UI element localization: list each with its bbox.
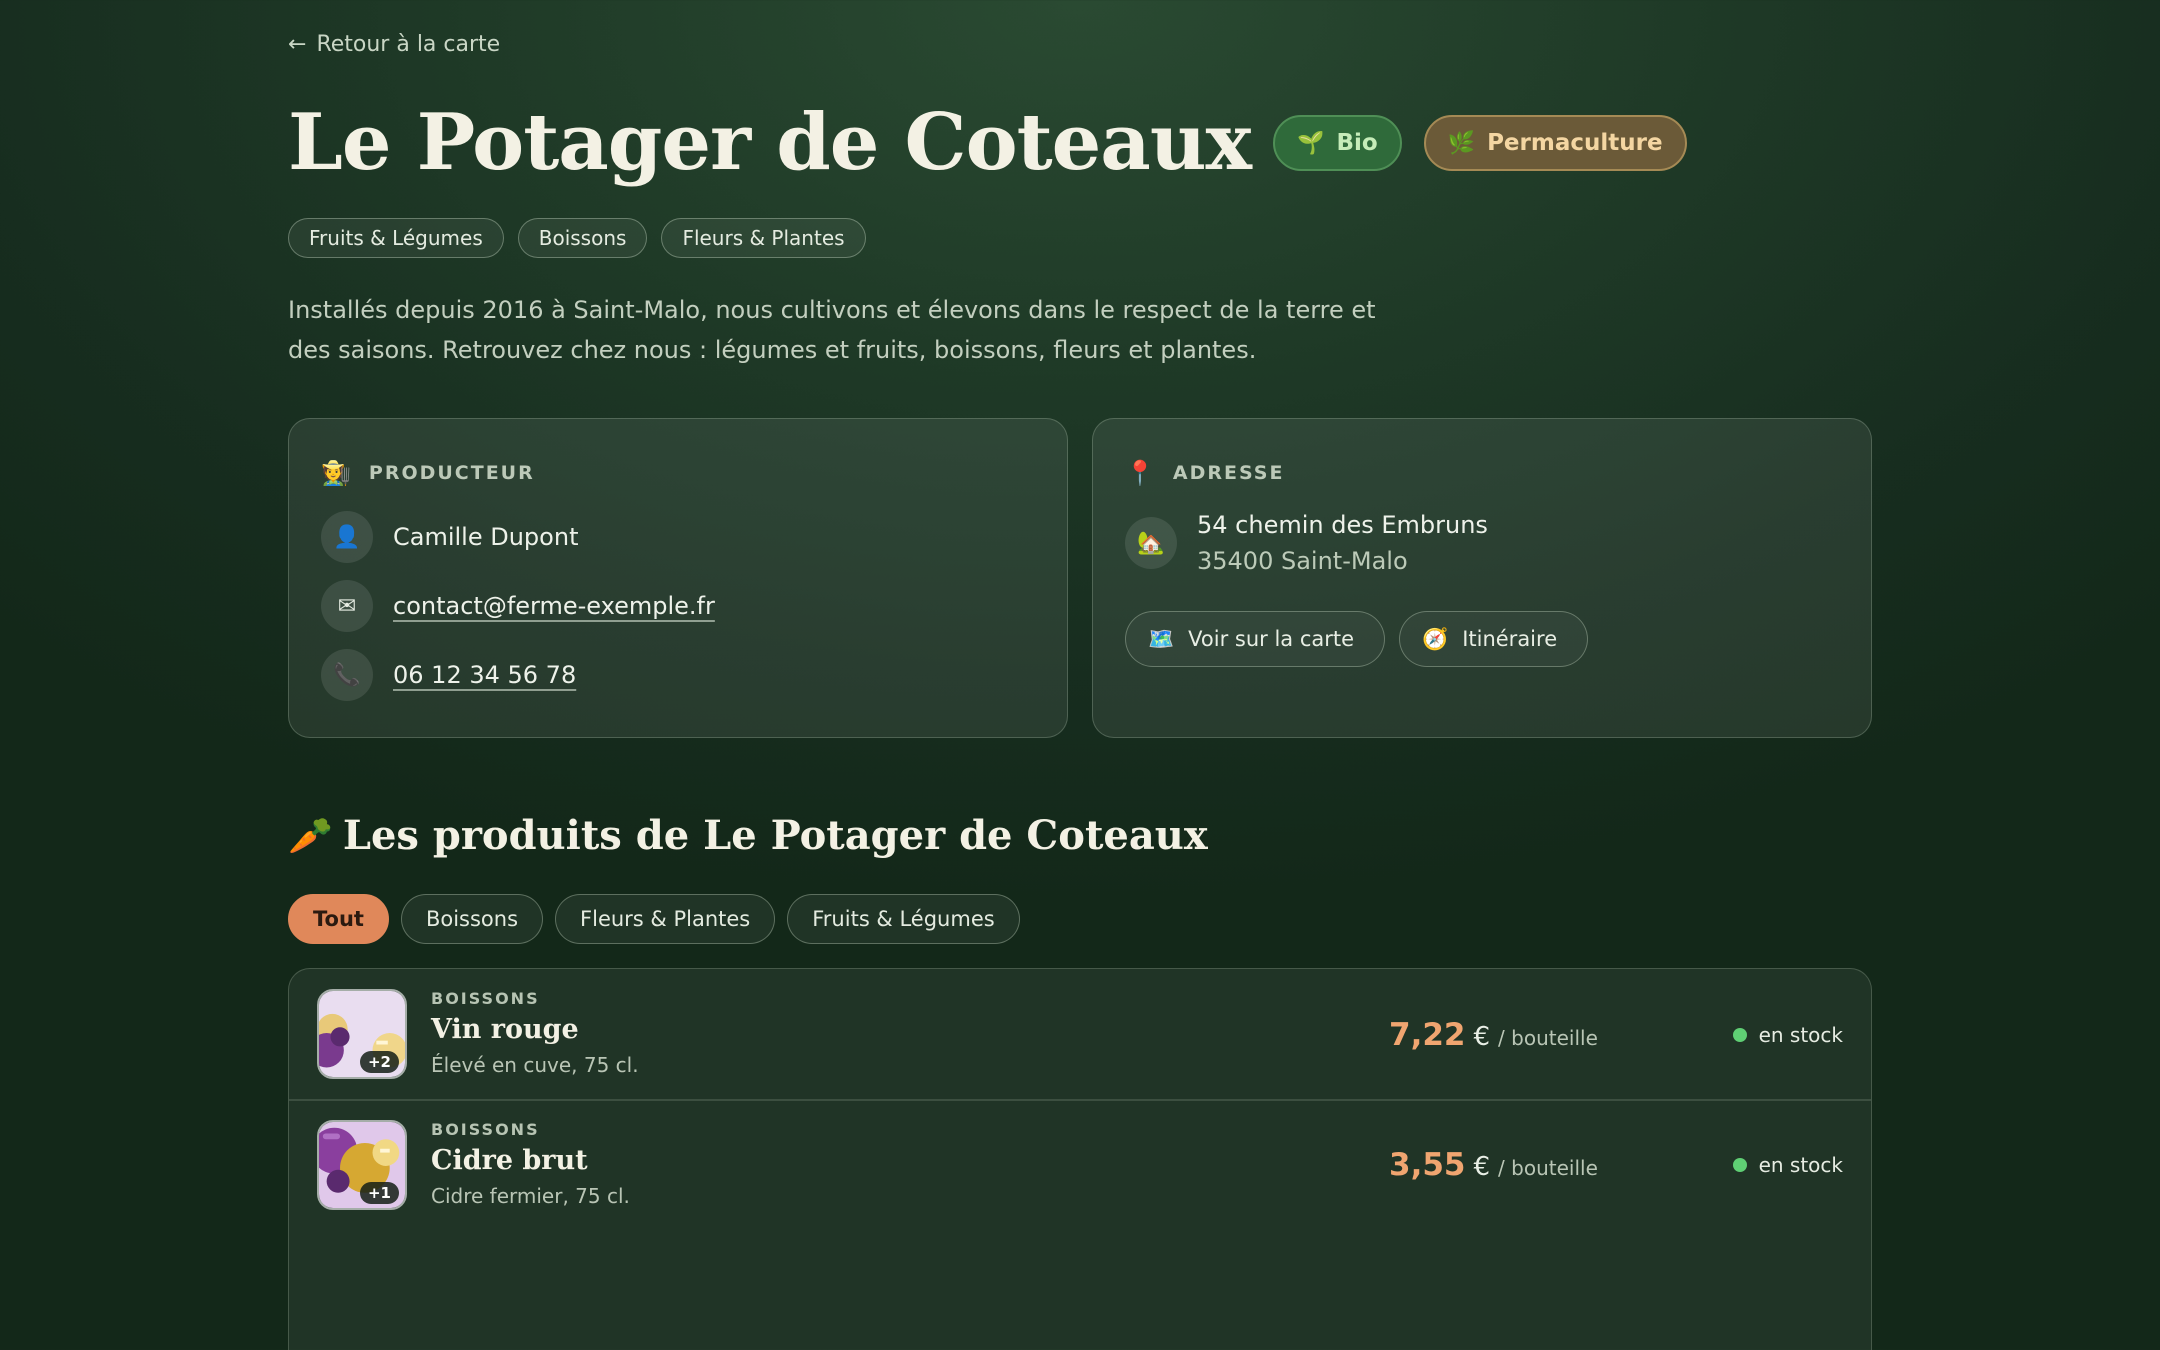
product-description: Élevé en cuve, 75 cl. (431, 1053, 639, 1077)
producer-phone-link[interactable]: 06 12 34 56 78 (393, 661, 576, 689)
extra-images-count: +1 (359, 1182, 399, 1204)
title-row: Le Potager de Coteaux 🌱 Bio 🌿 Permacultu… (288, 104, 1687, 182)
price-unit: / bouteille (1498, 1156, 1598, 1180)
filter-fleurs-plantes[interactable]: Fleurs & Plantes (555, 894, 776, 944)
product-row[interactable]: +2 BOISSONS Vin rouge Élevé en cuve, 75 … (289, 969, 1871, 1101)
seedling-icon: 🌱 (1297, 130, 1325, 156)
price-currency: € (1473, 1152, 1491, 1182)
route-label: Itinéraire (1462, 627, 1558, 651)
permaculture-badge: 🌿 Permaculture (1423, 115, 1687, 171)
back-link[interactable]: ← Retour à la carte (288, 32, 500, 57)
product-filters: Tout Boissons Fleurs & Plantes Fruits & … (288, 894, 1020, 944)
category-tag: Boissons (517, 218, 648, 258)
producer-heading-label: PRODUCTEUR (368, 462, 535, 484)
extra-images-count: +2 (359, 1051, 399, 1073)
category-tag: Fruits & Légumes (288, 218, 504, 258)
product-description: Cidre fermier, 75 cl. (431, 1184, 630, 1208)
category-tag: Fleurs & Plantes (661, 218, 866, 258)
product-thumbnail[interactable]: +1 (317, 1120, 407, 1210)
price-currency: € (1473, 1022, 1491, 1052)
filter-boissons[interactable]: Boissons (400, 894, 544, 944)
back-label: Retour à la carte (316, 32, 501, 57)
producer-card: 🧑‍🌾 PRODUCTEUR 👤 Camille Dupont ✉ contac… (288, 418, 1068, 738)
view-on-map-button[interactable]: 🗺️ Voir sur la carte (1125, 611, 1386, 667)
product-row[interactable]: +1 BOISSONS Cidre brut Cidre fermier, 75… (289, 1100, 1871, 1231)
producer-name: Camille Dupont (393, 523, 579, 551)
filter-fruits-legumes[interactable]: Fruits & Légumes (787, 894, 1020, 944)
stock-status: en stock (1732, 1153, 1843, 1177)
product-price: 7,22 € / bouteille (1389, 1017, 1598, 1053)
product-name: Vin rouge (431, 1014, 579, 1045)
price-unit: / bouteille (1498, 1026, 1598, 1050)
route-button[interactable]: 🧭 Itinéraire (1399, 611, 1589, 667)
product-name: Cidre brut (431, 1145, 588, 1176)
category-tags: Fruits & Légumes Boissons Fleurs & Plant… (288, 218, 866, 258)
product-thumbnail[interactable]: +2 (317, 989, 407, 1079)
envelope-icon: ✉ (321, 580, 373, 632)
compass-icon: 🧭 (1422, 626, 1449, 651)
stock-dot-icon (1732, 1028, 1747, 1042)
map-icon: 🗺️ (1148, 626, 1175, 651)
house-icon: 🏡 (1125, 517, 1177, 569)
bio-badge: 🌱 Bio (1273, 115, 1402, 171)
phone-icon: 📞 (321, 649, 373, 701)
product-info: BOISSONS Cidre brut Cidre fermier, 75 cl… (431, 1120, 630, 1208)
stock-dot-icon (1732, 1158, 1747, 1172)
product-category: BOISSONS (431, 989, 540, 1008)
producer-name-row: 👤 Camille Dupont (321, 511, 578, 563)
address-heading: 📍 ADRESSE (1125, 459, 1284, 487)
stock-label: en stock (1758, 1023, 1843, 1047)
arrow-left-icon: ← (288, 32, 307, 57)
product-price: 3,55 € / bouteille (1389, 1147, 1598, 1183)
producer-heading: 🧑‍🌾 PRODUCTEUR (321, 459, 535, 487)
bio-badge-label: Bio (1336, 130, 1378, 156)
filter-tout[interactable]: Tout (288, 894, 389, 944)
stock-status: en stock (1732, 1023, 1843, 1047)
producer-email-link[interactable]: contact@ferme-exemple.fr (393, 592, 715, 620)
producer-phone-row: 📞 06 12 34 56 78 (321, 649, 576, 701)
products-section-title: 🥕 Les produits de Le Potager de Coteaux (288, 812, 1208, 859)
permaculture-badge-label: Permaculture (1487, 130, 1663, 156)
price-value: 3,55 (1389, 1147, 1466, 1183)
price-value: 7,22 (1389, 1017, 1466, 1053)
page-title: Le Potager de Coteaux (288, 97, 1252, 188)
address-row: 🏡 54 chemin des Embruns 35400 Saint-Malo (1125, 511, 1488, 575)
person-icon: 👤 (321, 511, 373, 563)
address-line-2: 35400 Saint-Malo (1197, 547, 1408, 575)
herb-icon: 🌿 (1447, 130, 1476, 156)
address-lines: 54 chemin des Embruns 35400 Saint-Malo (1197, 511, 1488, 575)
pin-icon: 📍 (1125, 459, 1157, 487)
producer-email-row: ✉ contact@ferme-exemple.fr (321, 580, 715, 632)
products-title-text: Les produits de Le Potager de Coteaux (342, 812, 1208, 859)
product-list: +2 BOISSONS Vin rouge Élevé en cuve, 75 … (288, 968, 1872, 1350)
address-card: 📍 ADRESSE 🏡 54 chemin des Embruns 35400 … (1092, 418, 1872, 738)
carrot-icon: 🥕 (288, 814, 333, 857)
product-category: BOISSONS (431, 1120, 540, 1139)
address-actions: 🗺️ Voir sur la carte 🧭 Itinéraire (1125, 611, 1589, 667)
farm-description: Installés depuis 2016 à Saint-Malo, nous… (288, 296, 1376, 364)
view-on-map-label: Voir sur la carte (1188, 627, 1355, 651)
farmer-icon: 🧑‍🌾 (321, 459, 353, 487)
address-line-1: 54 chemin des Embruns (1197, 511, 1488, 539)
product-info: BOISSONS Vin rouge Élevé en cuve, 75 cl. (431, 989, 639, 1077)
address-heading-label: ADRESSE (1172, 462, 1285, 484)
stock-label: en stock (1758, 1153, 1843, 1177)
